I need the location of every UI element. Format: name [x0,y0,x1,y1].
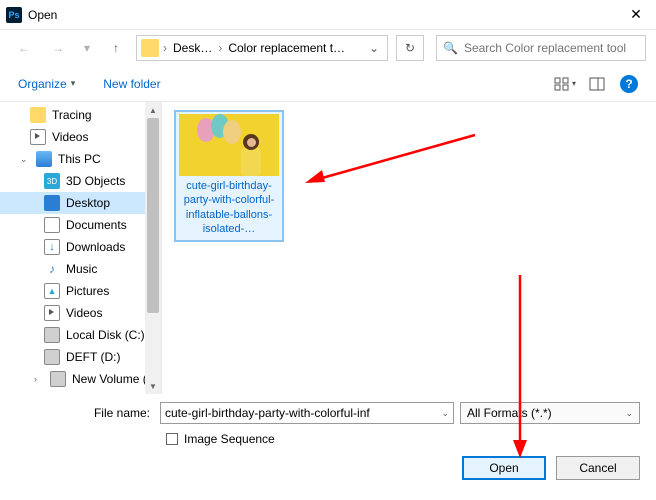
music-icon: ♪ [44,261,60,277]
preview-pane-icon [589,77,605,91]
refresh-button[interactable]: ↻ [396,35,424,61]
sidebar-scrollbar[interactable]: ▲ ▼ [145,102,161,394]
tree-label: New Volume (F [72,372,154,386]
up-button[interactable]: ↑ [102,35,130,61]
tree-label: This PC [58,152,101,166]
back-button[interactable]: ← [10,35,38,61]
forward-button[interactable]: → [44,35,72,61]
help-button[interactable]: ? [620,75,638,93]
breadcrumb-chevron-icon: › [161,41,169,55]
folder-icon [30,107,46,123]
disk-icon [50,371,66,387]
breadcrumb-part[interactable]: Color replacement t… [226,41,347,55]
address-dropdown-icon[interactable]: ⌄ [365,41,383,55]
file-thumbnail[interactable]: cute-girl-birthday-party-with-colorful-i… [174,110,284,242]
address-bar[interactable]: › Desk… › Color replacement t… ⌄ [136,35,388,61]
disk-icon [44,349,60,365]
window-title: Open [28,8,616,22]
tree-item-downloads[interactable]: ↓ Downloads [0,236,161,258]
filename-input[interactable]: cute-girl-birthday-party-with-colorful-i… [160,402,454,424]
tree-label: Desktop [66,196,110,210]
search-icon: 🔍 [443,41,458,55]
file-name-label: cute-girl-birthday-party-with-colorful-i… [178,176,280,238]
tree-item-pictures[interactable]: ▲ Pictures [0,280,161,302]
tree-item-deft-d[interactable]: DEFT (D:) [0,346,161,368]
format-value: All Formats (*.*) [467,406,552,420]
photoshop-icon: Ps [6,7,22,23]
tree-label: DEFT (D:) [66,350,120,364]
tree-item-tracing[interactable]: Tracing [0,104,161,126]
computer-icon [36,151,52,167]
tree-label: Videos [66,306,102,320]
chevron-down-icon: ⌄ [621,408,633,419]
pictures-icon: ▲ [44,283,60,299]
video-icon [44,305,60,321]
search-box[interactable]: 🔍 [436,35,646,61]
tree-label: Music [66,262,97,276]
cancel-button[interactable]: Cancel [556,456,640,480]
image-sequence-label: Image Sequence [184,432,275,446]
file-list[interactable]: cute-girl-birthday-party-with-colorful-i… [162,102,656,394]
preview-pane-button[interactable] [582,72,612,96]
close-button[interactable]: ✕ [616,0,656,30]
desktop-icon [44,195,60,211]
view-mode-button[interactable]: ▾ [550,72,580,96]
collapse-icon[interactable]: ⌄ [20,154,30,165]
tree-item-3d-objects[interactable]: 3D 3D Objects [0,170,161,192]
image-preview [179,114,279,176]
open-button[interactable]: Open [462,456,546,480]
tree-item-desktop[interactable]: Desktop [0,192,161,214]
tree-item-this-pc[interactable]: ⌄ This PC [0,148,161,170]
organize-button[interactable]: Organize ▾ [18,77,75,91]
chevron-down-icon[interactable]: ⌄ [437,408,449,419]
breadcrumb-chevron-icon: › [216,41,224,55]
tree-item-local-disk-c[interactable]: Local Disk (C:) [0,324,161,346]
scroll-up-icon[interactable]: ▲ [145,102,161,118]
search-input[interactable] [464,41,639,55]
image-sequence-checkbox[interactable] [166,433,178,445]
history-chevron[interactable]: ▾ [78,35,96,61]
sidebar: Tracing Videos ⌄ This PC 3D 3D Objects Des… [0,102,162,394]
tree-label: Pictures [66,284,109,298]
disk-icon [44,327,60,343]
organize-label: Organize [18,77,67,91]
thumbnails-icon [554,77,570,91]
document-icon [44,217,60,233]
tree-item-documents[interactable]: Documents [0,214,161,236]
tree-label: Local Disk (C:) [66,328,145,342]
download-icon: ↓ [44,239,60,255]
scroll-thumb[interactable] [147,118,159,313]
chevron-down-icon: ▾ [71,78,76,89]
folder-icon [141,39,159,57]
title-bar: Ps Open ✕ [0,0,656,30]
footer: File name: cute-girl-birthday-party-with… [0,394,656,490]
3d-icon: 3D [44,173,60,189]
filename-label: File name: [16,406,154,420]
tree-item-videos-pc[interactable]: Videos [0,302,161,324]
new-folder-button[interactable]: New folder [103,77,160,91]
tree-label: Tracing [52,108,92,122]
tree-label: Documents [66,218,127,232]
breadcrumb-part[interactable]: Desk… [171,41,214,55]
expand-icon[interactable]: › [34,374,44,384]
nav-bar: ← → ▾ ↑ › Desk… › Color replacement t… ⌄… [0,30,656,66]
tree-item-videos[interactable]: Videos [0,126,161,148]
tree-item-music[interactable]: ♪ Music [0,258,161,280]
tree-item-new-volume[interactable]: › New Volume (F [0,368,161,390]
tree-label: 3D Objects [66,174,125,188]
video-icon [30,129,46,145]
scroll-down-icon[interactable]: ▼ [145,378,161,394]
format-select[interactable]: All Formats (*.*) ⌄ [460,402,640,424]
tree-label: Videos [52,130,88,144]
tree-label: Downloads [66,240,125,254]
toolbar: Organize ▾ New folder ▾ ? [0,66,656,102]
filename-value: cute-girl-birthday-party-with-colorful-i… [165,406,370,420]
